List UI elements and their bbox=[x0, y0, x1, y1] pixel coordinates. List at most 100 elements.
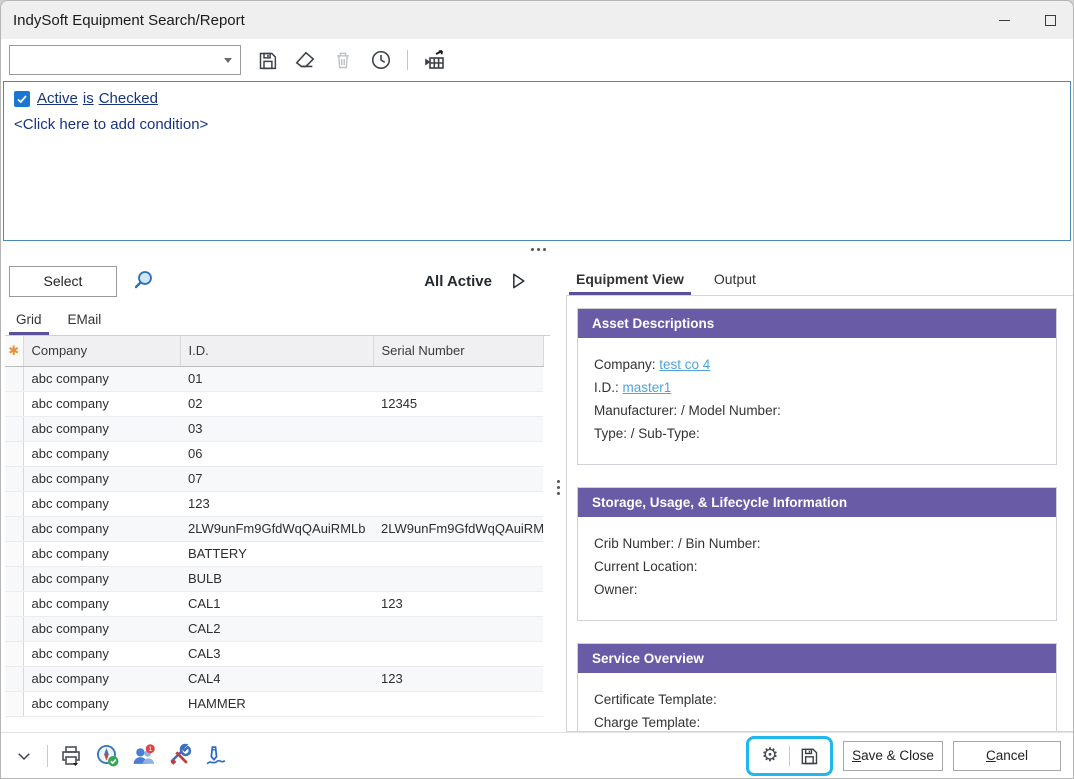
tab-output[interactable]: Output bbox=[714, 271, 756, 295]
tab-email[interactable]: EMail bbox=[68, 312, 102, 335]
table-cell[interactable]: abc company bbox=[23, 441, 180, 466]
cancel-button[interactable]: Cancel bbox=[953, 741, 1061, 771]
row-header-cell[interactable] bbox=[5, 666, 23, 691]
table-cell[interactable] bbox=[373, 416, 543, 441]
table-cell[interactable]: 2LW9unFm9GfdWqQAuiRMLb bbox=[180, 516, 373, 541]
expand-toolbar-button[interactable] bbox=[11, 743, 37, 769]
table-row[interactable]: abc companyCAL3 bbox=[5, 641, 543, 666]
table-cell[interactable]: 02 bbox=[180, 391, 373, 416]
clear-conditions-button[interactable] bbox=[293, 48, 317, 72]
detail-value-link[interactable]: master1 bbox=[623, 380, 672, 395]
print-button[interactable] bbox=[58, 743, 84, 769]
table-cell[interactable] bbox=[373, 366, 543, 391]
saved-search-input[interactable] bbox=[10, 47, 210, 73]
table-cell[interactable]: abc company bbox=[23, 666, 180, 691]
save-close-button[interactable]: Save & Close bbox=[843, 741, 943, 771]
table-row[interactable]: abc companyBULB bbox=[5, 566, 543, 591]
query-builder-button[interactable] bbox=[422, 48, 446, 72]
table-cell[interactable] bbox=[373, 491, 543, 516]
condition-term-link[interactable]: is bbox=[83, 90, 94, 107]
table-cell[interactable] bbox=[373, 441, 543, 466]
table-cell[interactable]: BULB bbox=[180, 566, 373, 591]
table-cell[interactable] bbox=[373, 541, 543, 566]
table-cell[interactable]: CAL4 bbox=[180, 666, 373, 691]
table-row[interactable]: abc companyBATTERY bbox=[5, 541, 543, 566]
maintenance-button[interactable] bbox=[166, 743, 192, 769]
table-row[interactable]: abc company123 bbox=[5, 491, 543, 516]
table-cell[interactable]: CAL2 bbox=[180, 616, 373, 641]
grid-header-row[interactable]: ✱CompanyI.D.Serial Number bbox=[5, 336, 543, 366]
row-header-cell[interactable] bbox=[5, 591, 23, 616]
table-cell[interactable]: 07 bbox=[180, 466, 373, 491]
search-history-button[interactable] bbox=[369, 48, 393, 72]
horizontal-splitter[interactable] bbox=[1, 241, 1073, 259]
row-header-cell[interactable] bbox=[5, 541, 23, 566]
results-grid[interactable]: ✱CompanyI.D.Serial Number abc company01a… bbox=[5, 335, 550, 732]
table-cell[interactable]: abc company bbox=[23, 591, 180, 616]
search-button[interactable] bbox=[131, 269, 155, 293]
condition-checkbox[interactable] bbox=[14, 91, 30, 107]
table-cell[interactable]: 06 bbox=[180, 441, 373, 466]
table-row[interactable]: abc company06 bbox=[5, 441, 543, 466]
browse-button[interactable] bbox=[94, 743, 120, 769]
table-row[interactable]: abc company0212345 bbox=[5, 391, 543, 416]
select-button[interactable]: Select bbox=[9, 266, 117, 297]
table-cell[interactable] bbox=[373, 566, 543, 591]
table-cell[interactable] bbox=[373, 466, 543, 491]
grid-settings-button[interactable]: ⚙ bbox=[757, 743, 783, 769]
table-cell[interactable]: abc company bbox=[23, 491, 180, 516]
table-cell[interactable]: HAMMER bbox=[180, 691, 373, 716]
row-header-cell[interactable] bbox=[5, 416, 23, 441]
row-header-cell[interactable] bbox=[5, 391, 23, 416]
condition-term-link[interactable]: Checked bbox=[99, 90, 158, 107]
table-cell[interactable]: BATTERY bbox=[180, 541, 373, 566]
personnel-button[interactable]: 1 bbox=[130, 743, 156, 769]
row-header-cell[interactable] bbox=[5, 691, 23, 716]
table-cell[interactable]: abc company bbox=[23, 566, 180, 591]
table-cell[interactable] bbox=[373, 691, 543, 716]
table-row[interactable]: abc company03 bbox=[5, 416, 543, 441]
column-header-company[interactable]: Company bbox=[23, 336, 180, 366]
row-header-cell[interactable] bbox=[5, 641, 23, 666]
table-row[interactable]: abc companyCAL2 bbox=[5, 616, 543, 641]
table-cell[interactable]: abc company bbox=[23, 616, 180, 641]
run-search-button[interactable] bbox=[506, 269, 530, 293]
row-header-cell[interactable] bbox=[5, 491, 23, 516]
detail-value-link[interactable]: test co 4 bbox=[659, 357, 710, 372]
add-condition-link[interactable]: <Click here to add condition> bbox=[14, 116, 1060, 133]
tab-grid[interactable]: Grid bbox=[16, 312, 42, 335]
tab-equipment-view[interactable]: Equipment View bbox=[576, 271, 684, 295]
delete-search-button[interactable] bbox=[331, 48, 355, 72]
save-search-button[interactable] bbox=[255, 48, 279, 72]
signature-button[interactable] bbox=[202, 743, 228, 769]
table-cell[interactable]: abc company bbox=[23, 541, 180, 566]
maximize-button[interactable] bbox=[1027, 1, 1073, 39]
table-cell[interactable]: CAL3 bbox=[180, 641, 373, 666]
table-cell[interactable]: abc company bbox=[23, 466, 180, 491]
vertical-splitter[interactable] bbox=[550, 259, 566, 732]
condition-term-link[interactable]: Active bbox=[37, 90, 78, 107]
table-row[interactable]: abc companyHAMMER bbox=[5, 691, 543, 716]
table-cell[interactable] bbox=[373, 641, 543, 666]
table-cell[interactable]: abc company bbox=[23, 641, 180, 666]
table-cell[interactable]: 03 bbox=[180, 416, 373, 441]
row-header-cell[interactable] bbox=[5, 516, 23, 541]
table-row[interactable]: abc companyCAL1123 bbox=[5, 591, 543, 616]
table-cell[interactable]: 01 bbox=[180, 366, 373, 391]
saved-search-combobox[interactable] bbox=[9, 45, 241, 75]
table-row[interactable]: abc company2LW9unFm9GfdWqQAuiRMLb2LW9unF… bbox=[5, 516, 543, 541]
table-row[interactable]: abc company01 bbox=[5, 366, 543, 391]
row-header-cell[interactable] bbox=[5, 441, 23, 466]
table-cell[interactable]: 123 bbox=[373, 666, 543, 691]
column-header-serial-number[interactable]: Serial Number bbox=[373, 336, 543, 366]
row-header-cell[interactable] bbox=[5, 616, 23, 641]
table-cell[interactable]: 123 bbox=[373, 591, 543, 616]
save-layout-button[interactable] bbox=[796, 743, 822, 769]
table-cell[interactable]: abc company bbox=[23, 691, 180, 716]
table-cell[interactable]: abc company bbox=[23, 516, 180, 541]
minimize-button[interactable] bbox=[981, 1, 1027, 39]
table-cell[interactable]: abc company bbox=[23, 366, 180, 391]
chevron-down-icon[interactable] bbox=[224, 58, 232, 63]
table-cell[interactable]: 2LW9unFm9GfdWqQAuiRMLb bbox=[373, 516, 543, 541]
row-header-cell[interactable] bbox=[5, 366, 23, 391]
